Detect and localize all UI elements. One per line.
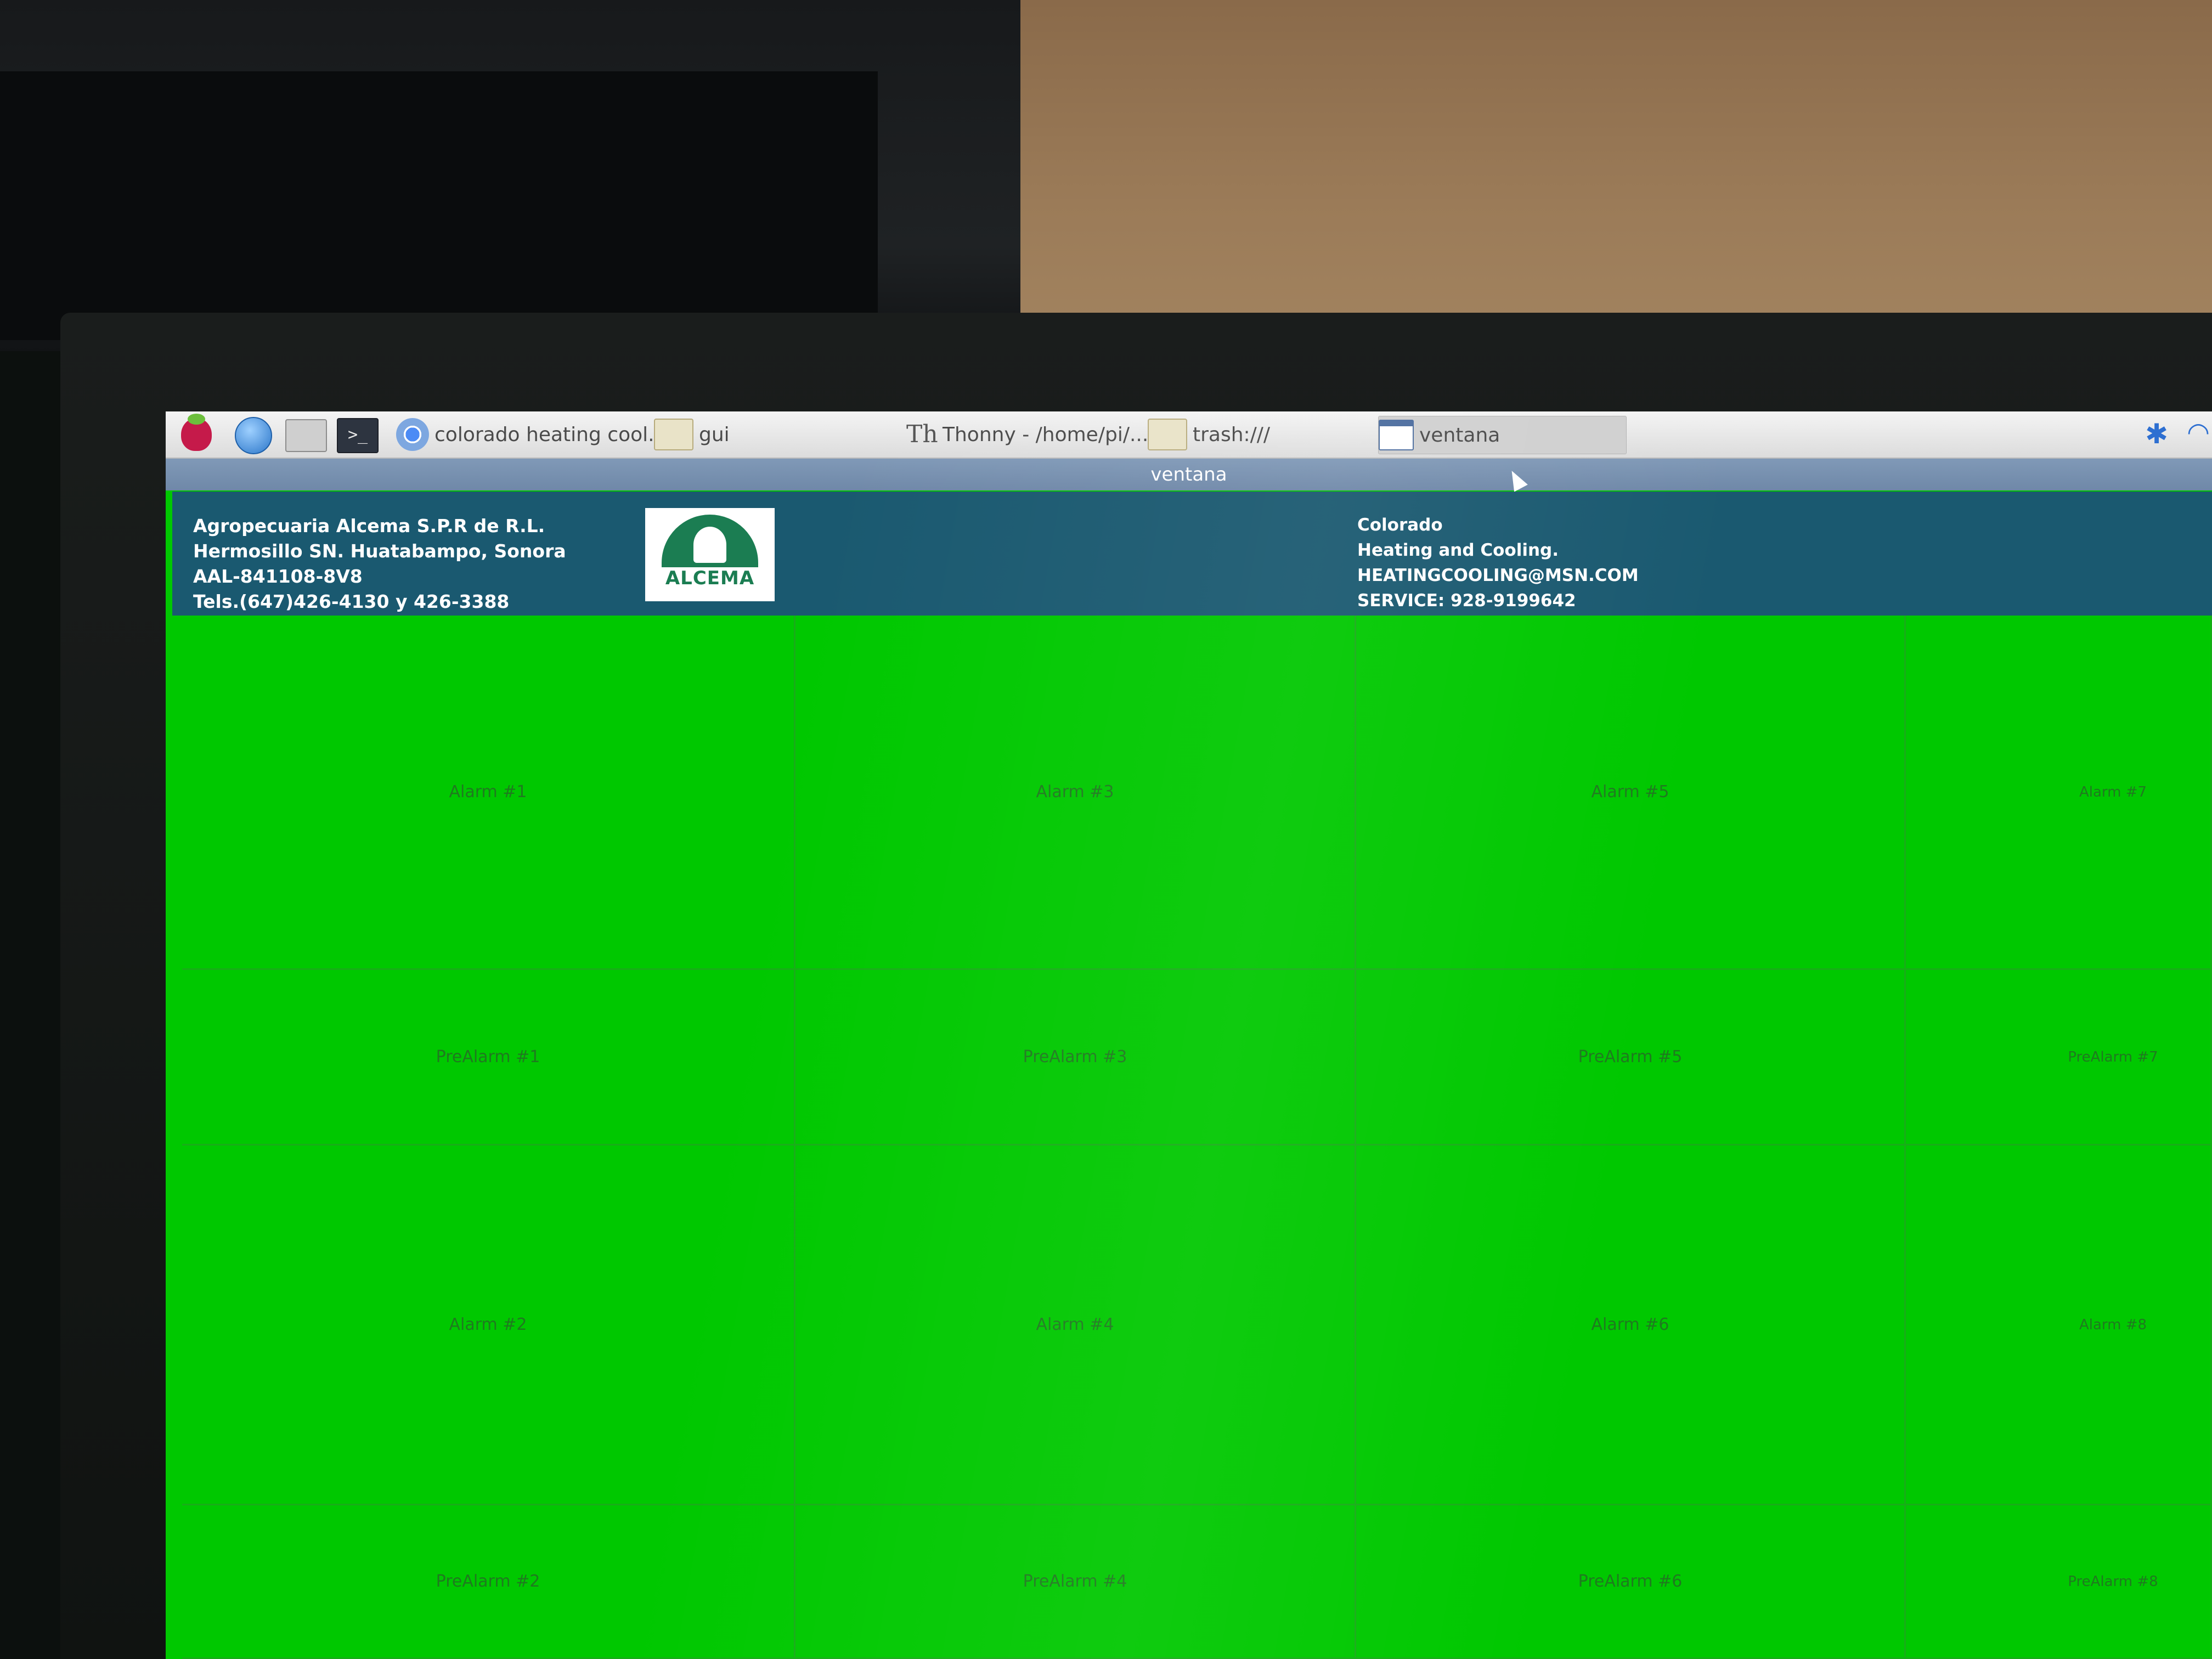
service-company-subtitle: Heating and Cooling. <box>1357 540 1559 560</box>
window-title-bar[interactable]: ventana <box>166 459 2212 490</box>
window-icon <box>1379 420 1414 450</box>
prealarm-label: PreAlarm #4 <box>1023 1572 1127 1591</box>
background-monitor-screen <box>0 71 878 340</box>
monitor-screen: >_ colorado heating cool... gui Th Thonn… <box>166 411 2212 1659</box>
prealarm-cell-6[interactable]: PreAlarm #6 <box>1356 1505 1906 1659</box>
prealarm-label: PreAlarm #5 <box>1578 1047 1683 1066</box>
taskbar-item-label: colorado heating cool... <box>435 423 667 446</box>
taskbar-item-label: Thonny - /home/pi/... <box>943 423 1149 446</box>
alarm-label: Alarm #5 <box>1591 782 1669 802</box>
taskbar-item-thonny[interactable]: Th Thonny - /home/pi/... <box>906 416 1148 453</box>
service-phone: SERVICE: 928-9199642 <box>1357 591 1576 611</box>
prealarm-label: PreAlarm #7 <box>2068 1048 2158 1065</box>
alarm-label: Alarm #6 <box>1591 1315 1669 1334</box>
alcema-logo: ALCEMA <box>645 508 775 601</box>
taskbar: >_ colorado heating cool... gui Th Thonn… <box>166 411 2212 459</box>
prealarm-cell-1[interactable]: PreAlarm #1 <box>182 970 795 1146</box>
alarm-cell-4[interactable]: Alarm #4 <box>795 1146 1356 1505</box>
taskbar-item-label: ventana <box>1419 424 1500 447</box>
company-rfc: AAL-841108-8V8 <box>193 566 363 587</box>
alarm-cell-2[interactable]: Alarm #2 <box>182 1146 795 1505</box>
taskbar-item-label: gui <box>699 423 730 446</box>
web-browser-icon[interactable] <box>235 417 272 454</box>
service-contact-info: Colorado Heating and Cooling. HEATINGCOO… <box>1357 512 1639 613</box>
prealarm-cell-4[interactable]: PreAlarm #4 <box>795 1505 1356 1659</box>
alarm-label: Alarm #3 <box>1036 782 1114 802</box>
background-monitor <box>0 0 1026 351</box>
alarm-label: Alarm #7 <box>2079 783 2147 800</box>
taskbar-item-chromium[interactable]: colorado heating cool... <box>396 416 667 453</box>
folder-icon <box>1148 419 1187 450</box>
alarm-grid: Alarm #1 Alarm #3 Alarm #5 Alarm #7 PreA… <box>182 616 2212 1659</box>
taskbar-item-gui[interactable]: gui <box>654 416 730 453</box>
prealarm-label: PreAlarm #2 <box>436 1572 540 1591</box>
alarm-cell-5[interactable]: Alarm #5 <box>1356 616 1906 970</box>
taskbar-item-ventana[interactable]: ventana <box>1378 416 1627 454</box>
chromium-icon <box>396 418 429 451</box>
alarm-cell-6[interactable]: Alarm #6 <box>1356 1146 1906 1505</box>
bluetooth-icon[interactable]: ✱ <box>2145 418 2168 450</box>
alarm-cell-1[interactable]: Alarm #1 <box>182 616 795 970</box>
prealarm-cell-3[interactable]: PreAlarm #3 <box>795 970 1356 1146</box>
logo-text: ALCEMA <box>665 567 755 589</box>
window-title: ventana <box>1150 464 1227 486</box>
company-address: Hermosillo SN. Huatabampo, Sonora <box>193 540 566 562</box>
alarm-cell-8[interactable]: Alarm #8 <box>1906 1146 2212 1505</box>
prealarm-label: PreAlarm #8 <box>2068 1573 2158 1590</box>
prealarm-label: PreAlarm #3 <box>1023 1047 1127 1066</box>
company-phone: Tels.(647)426-4130 y 426-3388 <box>193 591 510 612</box>
prealarm-label: PreAlarm #6 <box>1578 1572 1683 1591</box>
terminal-icon[interactable]: >_ <box>337 418 379 453</box>
alarm-label: Alarm #2 <box>449 1315 527 1334</box>
alarm-cell-3[interactable]: Alarm #3 <box>795 616 1356 970</box>
company-info: Agropecuaria Alcema S.P.R de R.L. Hermos… <box>193 514 566 614</box>
company-name: Agropecuaria Alcema S.P.R de R.L. <box>193 515 545 537</box>
background-wall <box>1020 0 2212 340</box>
app-header: Agropecuaria Alcema S.P.R de R.L. Hermos… <box>172 492 2212 616</box>
raspberry-menu-icon[interactable] <box>181 414 212 451</box>
leaf-logo-icon <box>662 515 758 567</box>
wifi-icon[interactable]: ◠ <box>2187 417 2210 448</box>
folder-icon <box>654 419 693 450</box>
prealarm-cell-8[interactable]: PreAlarm #8 <box>1906 1505 2212 1659</box>
prealarm-label: PreAlarm #1 <box>436 1047 540 1066</box>
alarm-cell-7[interactable]: Alarm #7 <box>1906 616 2212 970</box>
prealarm-cell-2[interactable]: PreAlarm #2 <box>182 1505 795 1659</box>
alarm-label: Alarm #8 <box>2079 1316 2147 1333</box>
thonny-icon: Th <box>906 420 938 448</box>
service-company-name: Colorado <box>1357 515 1443 535</box>
service-email: HEATINGCOOLING@MSN.COM <box>1357 566 1639 585</box>
taskbar-item-trash[interactable]: trash:/// <box>1148 416 1270 453</box>
file-manager-icon[interactable] <box>285 419 327 452</box>
prealarm-cell-7[interactable]: PreAlarm #7 <box>1906 970 2212 1146</box>
taskbar-item-label: trash:/// <box>1193 423 1271 446</box>
alarm-label: Alarm #1 <box>449 782 527 802</box>
prealarm-cell-5[interactable]: PreAlarm #5 <box>1356 970 1906 1146</box>
alarm-label: Alarm #4 <box>1036 1315 1114 1334</box>
